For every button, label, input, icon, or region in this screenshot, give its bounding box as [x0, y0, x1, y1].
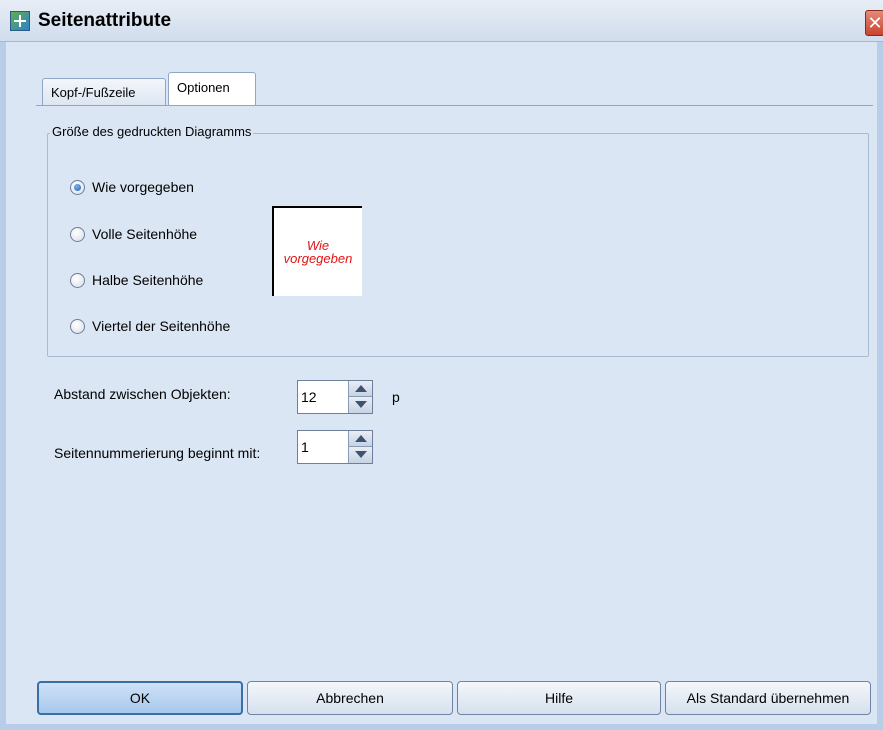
- radio-as-specified[interactable]: Wie vorgegeben: [70, 176, 194, 198]
- page-numbering-increment-button[interactable]: [348, 431, 372, 447]
- radio-full-page-height[interactable]: Volle Seitenhöhe: [70, 223, 197, 245]
- close-button[interactable]: ✕: [865, 10, 883, 36]
- radio-label: Halbe Seitenhöhe: [92, 272, 204, 288]
- radio-icon[interactable]: [70, 226, 85, 242]
- spacing-label: Abstand zwischen Objekten:: [54, 386, 231, 402]
- spacing-increment-button[interactable]: [348, 381, 372, 397]
- tab-options[interactable]: Optionen: [168, 72, 256, 105]
- radio-quarter-page-height[interactable]: Viertel der Seitenhöhe: [70, 315, 230, 337]
- radio-checked-icon[interactable]: [70, 179, 85, 195]
- radio-icon[interactable]: [70, 272, 85, 288]
- preview-text-line-2: vorgegeben: [283, 251, 353, 266]
- arrow-down-icon: [355, 451, 367, 458]
- ok-button[interactable]: OK: [37, 681, 243, 715]
- radio-label: Volle Seitenhöhe: [92, 226, 198, 242]
- close-icon: ✕: [867, 13, 883, 33]
- group-legend: Größe des gedruckten Diagramms: [50, 124, 254, 139]
- arrow-up-icon: [355, 435, 367, 442]
- page-numbering-decrement-button[interactable]: [348, 447, 372, 463]
- page-numbering-label: Seitennummerierung beginnt mit:: [54, 445, 261, 461]
- spacing-unit: p: [392, 389, 400, 405]
- tab-header-footer[interactable]: Kopf-/Fußzeile: [42, 78, 166, 105]
- cancel-button[interactable]: Abbrechen: [247, 681, 453, 715]
- arrow-down-icon: [355, 401, 367, 408]
- title-bar[interactable]: Seitenattribute ✕: [0, 0, 883, 42]
- chart-size-group: Größe des gedruckten Diagramms Wie vorge…: [47, 124, 869, 357]
- spacing-value[interactable]: 12: [301, 389, 317, 405]
- dialog-window: Seitenattribute ✕ Kopf-/Fußzeile Optione…: [0, 0, 883, 730]
- page-numbering-stepper[interactable]: 1: [297, 430, 373, 464]
- spacing-stepper-buttons: [348, 381, 372, 413]
- tab-divider: [36, 105, 873, 106]
- arrow-up-icon: [355, 385, 367, 392]
- radio-icon[interactable]: [70, 318, 85, 334]
- page-numbering-value[interactable]: 1: [301, 439, 309, 455]
- radio-label: Viertel der Seitenhöhe: [92, 318, 231, 334]
- radio-label: Wie vorgegeben: [92, 179, 194, 195]
- set-as-default-button[interactable]: Als Standard übernehmen: [665, 681, 871, 715]
- spacing-decrement-button[interactable]: [348, 397, 372, 413]
- app-icon: [10, 11, 30, 31]
- spacing-stepper[interactable]: 12: [297, 380, 373, 414]
- help-button[interactable]: Hilfe: [457, 681, 661, 715]
- radio-half-page-height[interactable]: Halbe Seitenhöhe: [70, 269, 203, 291]
- page-numbering-stepper-buttons: [348, 431, 372, 463]
- size-preview: Wie vorgegeben: [272, 206, 362, 296]
- window-title: Seitenattribute: [38, 10, 172, 31]
